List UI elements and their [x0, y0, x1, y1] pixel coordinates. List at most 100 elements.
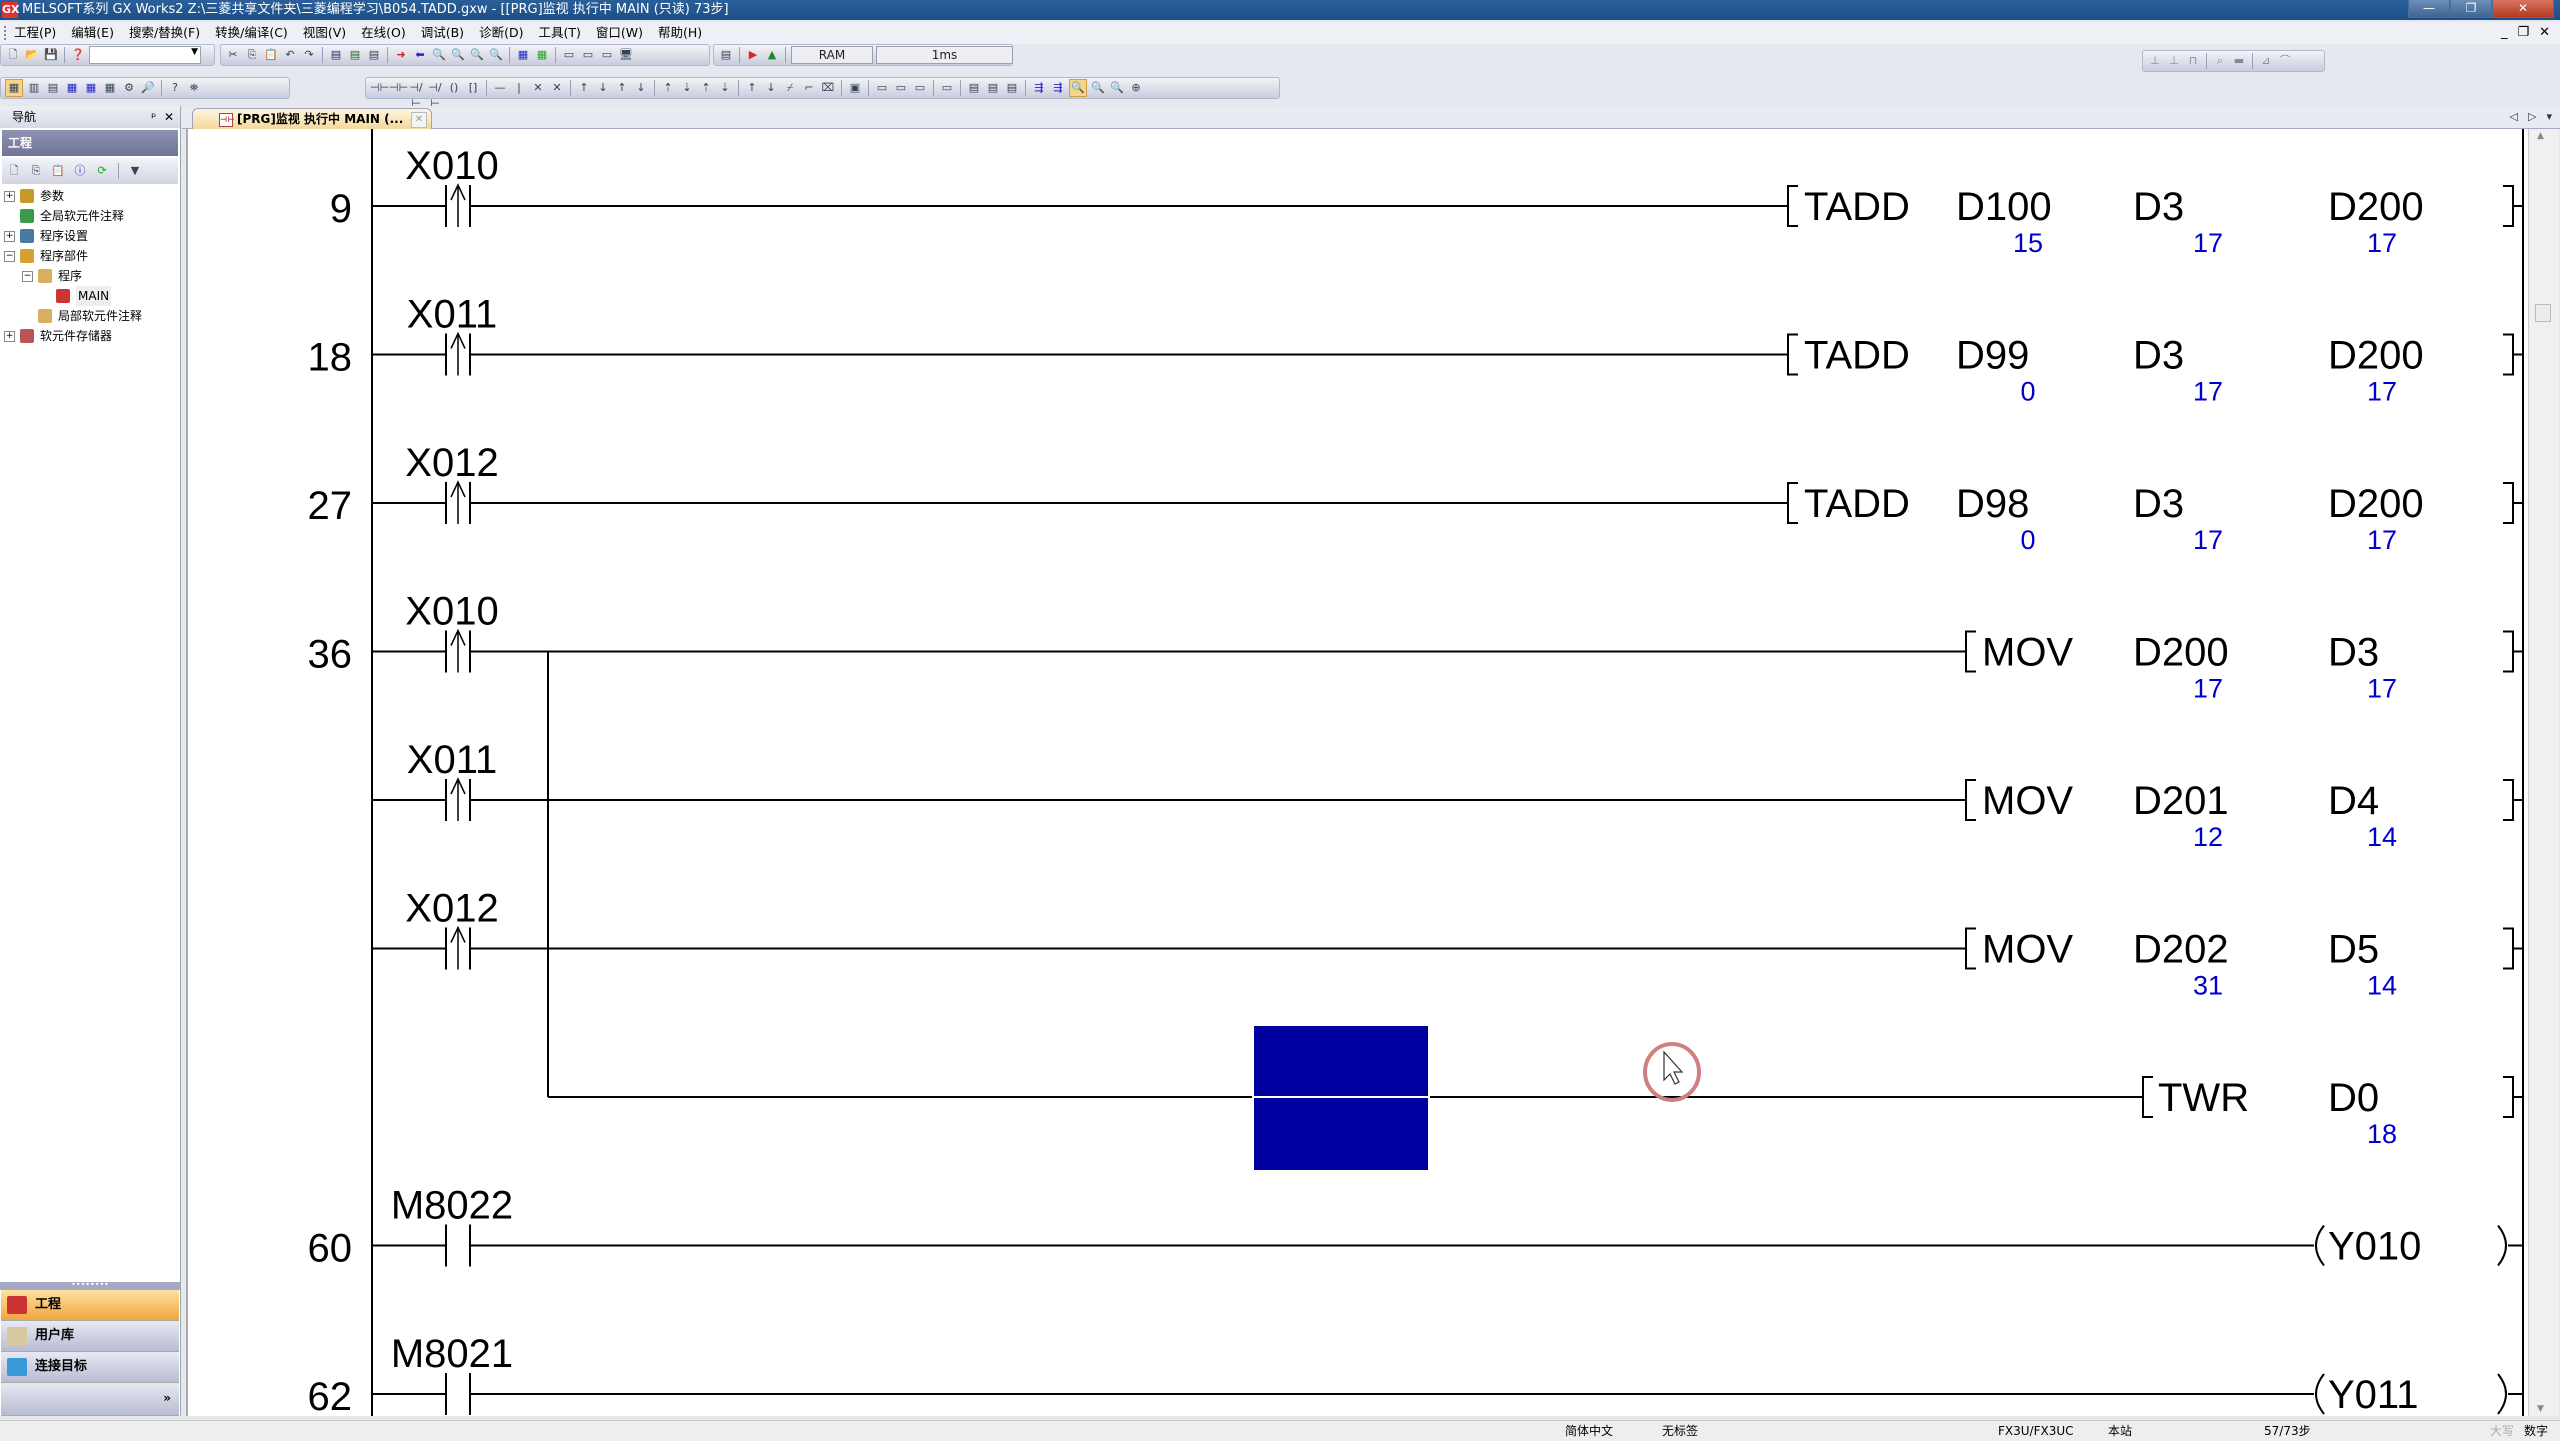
close-icon[interactable]: ✕ — [164, 110, 174, 124]
trace-wave-icon[interactable]: ⌒ — [2277, 53, 2293, 69]
tree-item[interactable]: MAIN — [4, 286, 180, 306]
coil-icon[interactable]: () — [446, 80, 462, 96]
new-data-icon[interactable]: 🗋 — [6, 163, 22, 179]
menu-item-4[interactable]: 视图(V) — [303, 22, 346, 44]
expand-icon[interactable]: + — [4, 191, 15, 202]
note-icon[interactable]: ▭ — [912, 80, 928, 96]
pulse-close-icon[interactable]: ⇡ — [660, 80, 676, 96]
menu-item-5[interactable]: 在线(O) — [361, 22, 406, 44]
nav-tab-connection-destination[interactable]: 连接目标 — [1, 1352, 179, 1383]
menu-item-7[interactable]: 诊断(D) — [479, 22, 523, 44]
diagnostics-icon[interactable]: 🔍 — [488, 47, 504, 63]
open-folder-icon[interactable]: 📂 — [24, 47, 40, 63]
operation-result-rising-icon[interactable]: ↑ — [744, 80, 760, 96]
expand-icon[interactable]: + — [4, 231, 15, 242]
tab-next-icon[interactable]: ▷ — [2528, 106, 2536, 128]
closed-contact-icon[interactable]: ⊣/⊢ — [408, 80, 424, 110]
menu-grip[interactable] — [4, 26, 8, 40]
ladder-editor[interactable]: 9 X010 TADD D100 15 D3 17 D200 17 18 X011 TADD D99 0 D… — [186, 129, 2528, 1416]
pulse-open-branch-icon[interactable]: ⇣ — [717, 80, 733, 96]
device-edit-icon[interactable]: ⇶ — [1050, 80, 1066, 96]
trace-start-icon[interactable]: ⊓ — [2185, 53, 2201, 69]
collapse-icon[interactable]: − — [22, 271, 33, 282]
run-icon[interactable]: ▶ — [745, 47, 761, 63]
comment-edit-icon[interactable]: ▭ — [561, 47, 577, 63]
open-branch-icon[interactable]: ⊣⊢ — [389, 80, 408, 96]
display-statement-icon[interactable]: ▤ — [1004, 80, 1020, 96]
object-menu-icon[interactable]: ▼ — [127, 163, 143, 179]
monitor-mode-icon[interactable]: ▤ — [718, 47, 734, 63]
trace-setting-icon[interactable]: ⊥ — [2166, 53, 2182, 69]
new-file-icon[interactable]: 🗋 — [5, 47, 21, 63]
device-register-icon[interactable]: ▦ — [534, 47, 550, 63]
toolbar-combo[interactable]: ▼ — [89, 46, 201, 64]
menu-item-2[interactable]: 搜索/替换(F) — [129, 22, 200, 44]
trace-display-icon[interactable]: ▬ — [2231, 53, 2247, 69]
menu-item-8[interactable]: 工具(T) — [538, 22, 580, 44]
nav-tab-user-library[interactable]: 用户库 — [1, 1321, 179, 1352]
falling-pulse-branch-icon[interactable]: ↓ — [633, 80, 649, 96]
contact-search-icon[interactable]: ▤ — [366, 47, 382, 63]
display-device-icon[interactable]: ▤ — [966, 80, 982, 96]
stop-icon[interactable]: ▲ — [764, 47, 780, 63]
output-window-icon[interactable]: ▤ — [45, 80, 61, 96]
line-delete-icon[interactable]: ⌧ — [820, 80, 836, 96]
statement-edit-icon[interactable]: ▭ — [580, 47, 596, 63]
menu-item-9[interactable]: 窗口(W) — [596, 22, 643, 44]
copy-icon[interactable]: ⎘ — [244, 47, 260, 63]
properties-icon[interactable]: ⓘ — [72, 163, 88, 179]
minimize-button[interactable]: — — [2408, 0, 2450, 18]
tab-prev-icon[interactable]: ◁ — [2510, 106, 2518, 128]
help-circle-icon[interactable]: ? — [167, 80, 183, 96]
sampling-trace-icon[interactable]: ⊥ — [2147, 53, 2163, 69]
vertical-line-icon[interactable]: | — [511, 80, 527, 96]
help-icon[interactable]: ❓ — [70, 47, 86, 63]
tree-item[interactable]: − 程序 — [4, 266, 180, 286]
comment-display-icon[interactable]: ▭ — [939, 80, 955, 96]
copy-data-icon[interactable]: ⎘ — [28, 163, 44, 179]
refresh-icon[interactable]: ⟳ — [94, 163, 110, 179]
cross-reference-icon[interactable]: ▦ — [102, 80, 118, 96]
menu-item-0[interactable]: 工程(P) — [14, 22, 56, 44]
navigation-toggle-icon[interactable]: ▦ — [5, 79, 23, 97]
instruction-icon[interactable]: [] — [465, 80, 481, 96]
trace-graph-icon[interactable]: ⊿ — [2258, 53, 2274, 69]
tree-item[interactable]: − 程序部件 — [4, 246, 180, 266]
rising-pulse-branch-icon[interactable]: ↑ — [614, 80, 630, 96]
device-test-icon[interactable]: 🔍 — [1109, 80, 1125, 96]
write-to-plc-icon[interactable]: ➜ — [393, 47, 409, 63]
mdi-minimize-button[interactable]: _ — [2501, 22, 2508, 44]
scrollbar-thumb[interactable] — [2535, 304, 2551, 322]
cut-icon[interactable]: ✂ — [225, 47, 241, 63]
find-icon[interactable]: 🔎 — [140, 80, 156, 96]
remote-operation-icon[interactable]: 🔍 — [450, 47, 466, 63]
splitter-grip[interactable]: •••••••• — [0, 1281, 180, 1290]
zoom-icon[interactable]: ⊕ — [1128, 80, 1144, 96]
tab-list-icon[interactable]: ▾ — [2546, 106, 2552, 128]
invert-icon[interactable]: ⌿ — [782, 80, 798, 96]
close-button[interactable]: ✕ — [2492, 0, 2554, 18]
redo-icon[interactable]: ↷ — [301, 47, 317, 63]
device-input-icon[interactable]: ⇶ — [1031, 80, 1047, 96]
closed-branch-icon[interactable]: ⊣/⊢ — [427, 80, 443, 110]
vertical-scrollbar[interactable]: ▲ ▼ — [2528, 129, 2559, 1416]
element-selection-icon[interactable]: ▥ — [26, 80, 42, 96]
line-draw-icon[interactable]: ⌐ — [801, 80, 817, 96]
expand-icon[interactable]: + — [4, 331, 15, 342]
operation-result-falling-icon[interactable]: ↓ — [763, 80, 779, 96]
menu-item-3[interactable]: 转换/编译(C) — [215, 22, 288, 44]
tab-close-button[interactable]: ✕ — [411, 112, 427, 128]
monitor-write-icon[interactable]: 🔍 — [1090, 80, 1106, 96]
save-icon[interactable]: 💾 — [43, 47, 59, 63]
pulse-open-icon[interactable]: ⇡ — [698, 80, 714, 96]
nav-tab-project[interactable]: 工程 — [1, 1290, 179, 1321]
watch-icon[interactable]: ▦ — [83, 80, 99, 96]
inline-st-icon[interactable]: ▣ — [847, 80, 863, 96]
display-comment-icon[interactable]: ▤ — [985, 80, 1001, 96]
tab-prg-monitor-main[interactable]: ⊣⊢ [PRG]监视 执行中 MAIN (... ✕ — [192, 108, 432, 129]
mdi-restore-button[interactable]: ❐ — [2517, 22, 2529, 44]
scroll-down-arrow-icon[interactable]: ▼ — [2537, 1404, 2544, 1414]
monitor-icon[interactable]: 🔍 — [469, 47, 485, 63]
monitor-start-icon[interactable]: 🔍 — [1069, 79, 1087, 97]
rising-pulse-icon[interactable]: ↑ — [576, 80, 592, 96]
